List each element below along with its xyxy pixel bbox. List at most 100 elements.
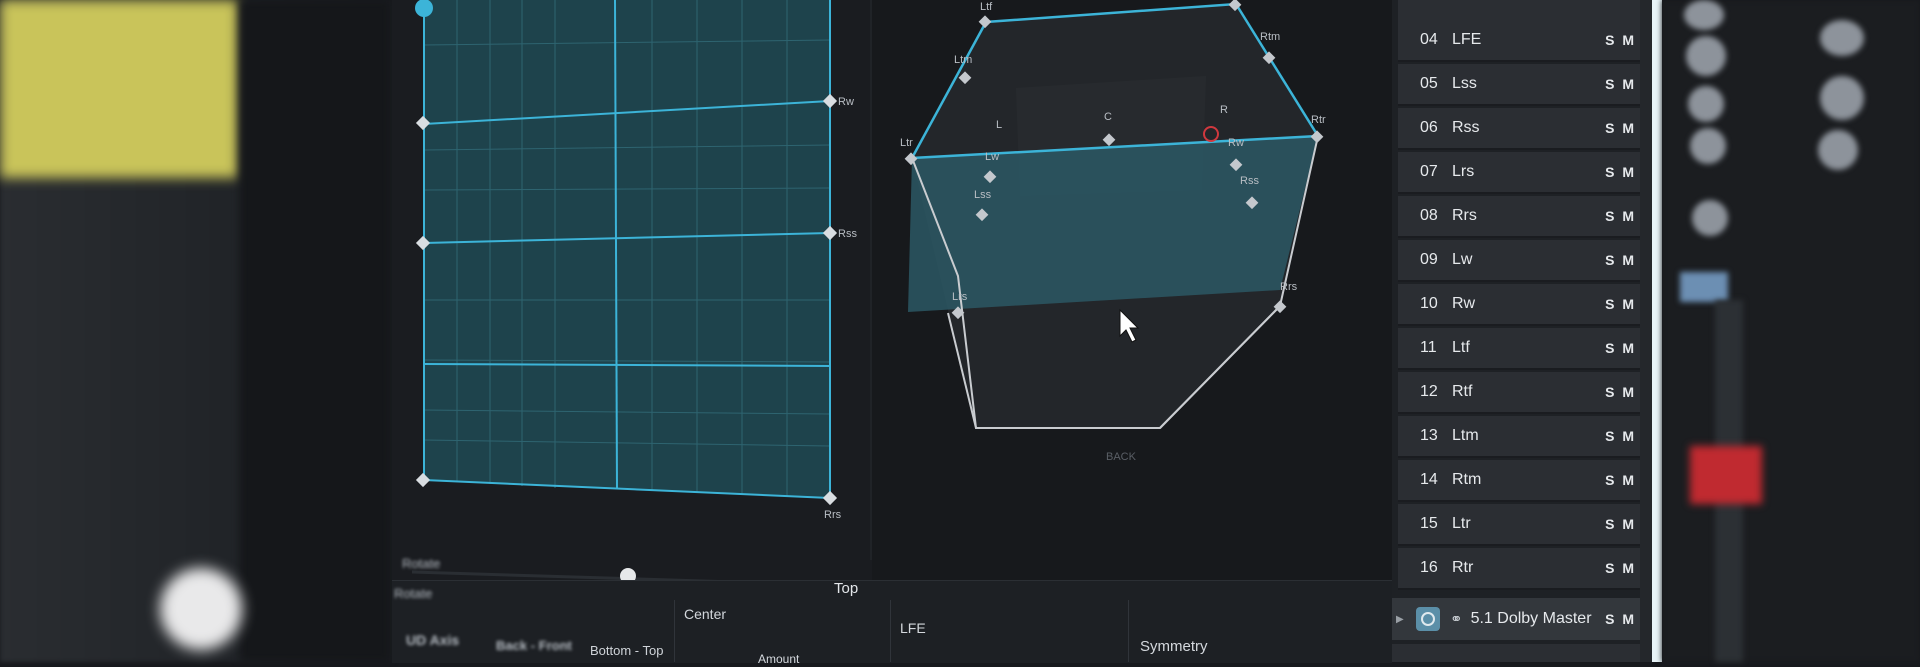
channel-row[interactable]: 09 Lw S M xyxy=(1398,240,1648,282)
cube-label-lss: Lss xyxy=(974,189,992,201)
channel-row[interactable]: 13 Ltm S M xyxy=(1398,416,1648,458)
solo-mute-buttons[interactable]: S M xyxy=(1605,76,1636,92)
front-label-rw: Rw xyxy=(838,96,854,108)
solo-mute-buttons[interactable]: S M xyxy=(1605,208,1636,224)
mixer-knob[interactable] xyxy=(1690,128,1726,164)
cube-3d-view[interactable]: Ltf Rtm Ltm Rtr Ltr L C R Lw Rw Lss Rss … xyxy=(872,0,1392,662)
channel-row[interactable]: 10 Rw S M xyxy=(1398,284,1648,326)
channel-row[interactable]: 08 Rrs S M xyxy=(1398,196,1648,238)
center-title: Center xyxy=(684,606,727,622)
solo-mute-buttons[interactable]: S M xyxy=(1605,252,1636,268)
solo-mute-buttons[interactable]: S M xyxy=(1605,472,1636,488)
center-column xyxy=(674,600,675,662)
front-label-rss: Rss xyxy=(838,228,857,240)
channel-name: Rtr xyxy=(1452,559,1474,576)
channel-row[interactable]: 12 Rtf S M xyxy=(1398,372,1648,414)
channel-row[interactable]: 06 Rss S M xyxy=(1398,108,1648,150)
channel-name: Rtm xyxy=(1452,471,1482,488)
solo-mute-buttons[interactable]: S M xyxy=(1605,120,1636,136)
channel-number: 05 xyxy=(1420,75,1438,92)
ud-axis-label: UD Axis xyxy=(406,632,460,648)
mixer-knob[interactable] xyxy=(1820,76,1864,120)
channel-name: Rrs xyxy=(1452,207,1477,224)
bottom-top-label[interactable]: Bottom - Top xyxy=(590,643,663,658)
solo-mute-buttons[interactable]: S M xyxy=(1605,560,1636,576)
channel-row[interactable]: 04 LFE S M xyxy=(1398,20,1648,62)
back-label: BACK xyxy=(1106,451,1137,463)
cube-floor-plane xyxy=(908,136,1318,312)
yellow-blurred-block xyxy=(0,0,238,178)
channel-number: 07 xyxy=(1420,163,1438,180)
master-bus-row[interactable]: ▶ ⚭ 5.1 Dolby Master S M xyxy=(1392,598,1648,640)
solo-mute-buttons[interactable]: S M xyxy=(1605,340,1636,356)
cube-label-ltm: Ltm xyxy=(954,54,972,66)
mixer-knob[interactable] xyxy=(1686,36,1726,76)
channel-name: Ltr xyxy=(1452,515,1471,532)
channel-row[interactable]: 07 Lrs S M xyxy=(1398,152,1648,194)
bus-headphones-icon[interactable] xyxy=(1416,607,1440,631)
solo-mute-buttons[interactable]: S M xyxy=(1605,384,1636,400)
solo-mute-buttons[interactable]: S M xyxy=(1605,516,1636,532)
blurred-knob xyxy=(160,568,242,650)
channel-name: Rw xyxy=(1452,295,1476,312)
master-solo-mute-buttons[interactable]: S M xyxy=(1605,611,1636,627)
channel-number: 16 xyxy=(1420,559,1438,576)
symmetry-title: Symmetry xyxy=(1140,638,1208,655)
cube-label-ltf: Ltf xyxy=(980,1,993,13)
rotate-label-1: Rotate xyxy=(402,556,441,571)
solo-mute-buttons[interactable]: S M xyxy=(1605,164,1636,180)
symmetry-column xyxy=(1128,600,1129,662)
channel-row[interactable]: 11 Ltf S M xyxy=(1398,328,1648,370)
left-panel-edge xyxy=(240,0,390,662)
solo-mute-buttons[interactable]: S M xyxy=(1605,428,1636,444)
mixer-knob[interactable] xyxy=(1684,0,1724,30)
cube-label-lw: Lw xyxy=(985,151,999,163)
master-bus-name: 5.1 Dolby Master xyxy=(1470,610,1592,627)
front-grid-svg: Rw Rss Rrs xyxy=(411,0,857,587)
channel-number: 04 xyxy=(1420,31,1438,48)
mixer-knob[interactable] xyxy=(1818,130,1858,170)
channel-row[interactable]: 05 Lss S M xyxy=(1398,64,1648,106)
mixer-knob[interactable] xyxy=(1820,20,1864,56)
front-grid-view[interactable]: Rw Rss Rrs xyxy=(392,0,872,662)
cube-label-rtm: Rtm xyxy=(1260,31,1280,43)
channel-row[interactable]: 15 Ltr S M xyxy=(1398,504,1648,546)
cube-label-ltr: Ltr xyxy=(900,137,913,149)
link-icon[interactable]: ⚭ xyxy=(1450,610,1463,628)
next-bus-row-partial[interactable] xyxy=(1392,644,1648,662)
list-scroll-track[interactable] xyxy=(1640,0,1652,662)
solo-mute-buttons[interactable]: S M xyxy=(1605,296,1636,312)
cube-label-c: C xyxy=(1104,111,1112,123)
channel-row-partial[interactable] xyxy=(1398,0,1648,20)
cube-label-rss: Rss xyxy=(1240,175,1259,187)
list-scrollbar[interactable] xyxy=(1652,0,1662,662)
rotate-label-2: Rotate xyxy=(394,586,433,601)
cube-label-rw: Rw xyxy=(1228,137,1244,149)
channel-number: 15 xyxy=(1420,515,1438,532)
channel-name: Ltf xyxy=(1452,339,1470,356)
cube-svg: Ltf Rtm Ltm Rtr Ltr L C R Lw Rw Lss Rss … xyxy=(900,0,1326,616)
channel-number: 12 xyxy=(1420,383,1438,400)
channel-name: Ltm xyxy=(1452,427,1479,444)
back-front-label[interactable]: Back - Front xyxy=(496,638,572,653)
channel-number: 06 xyxy=(1420,119,1438,136)
channel-number: 08 xyxy=(1420,207,1438,224)
cube-label-rtr: Rtr xyxy=(1311,114,1326,126)
lfe-column xyxy=(890,600,891,662)
grid-panel xyxy=(424,0,830,498)
channel-number: 14 xyxy=(1420,471,1438,488)
channel-number: 11 xyxy=(1420,339,1437,356)
cube-label-l: L xyxy=(996,119,1002,131)
mixer-knob[interactable] xyxy=(1692,200,1728,236)
channel-number: 09 xyxy=(1420,251,1438,268)
solo-mute-buttons[interactable]: S M xyxy=(1605,32,1636,48)
red-fader-cap[interactable] xyxy=(1690,446,1762,504)
top-slider-label: Top xyxy=(834,580,859,597)
expand-arrow-icon[interactable]: ▶ xyxy=(1396,614,1408,625)
mixer-blue-button[interactable] xyxy=(1680,272,1728,302)
amount-label: Amount xyxy=(758,652,800,666)
channel-row[interactable]: 14 Rtm S M xyxy=(1398,460,1648,502)
cube-label-lrs: Lrs xyxy=(952,291,968,303)
mixer-knob[interactable] xyxy=(1688,86,1724,122)
channel-row[interactable]: 16 Rtr S M xyxy=(1398,548,1648,590)
